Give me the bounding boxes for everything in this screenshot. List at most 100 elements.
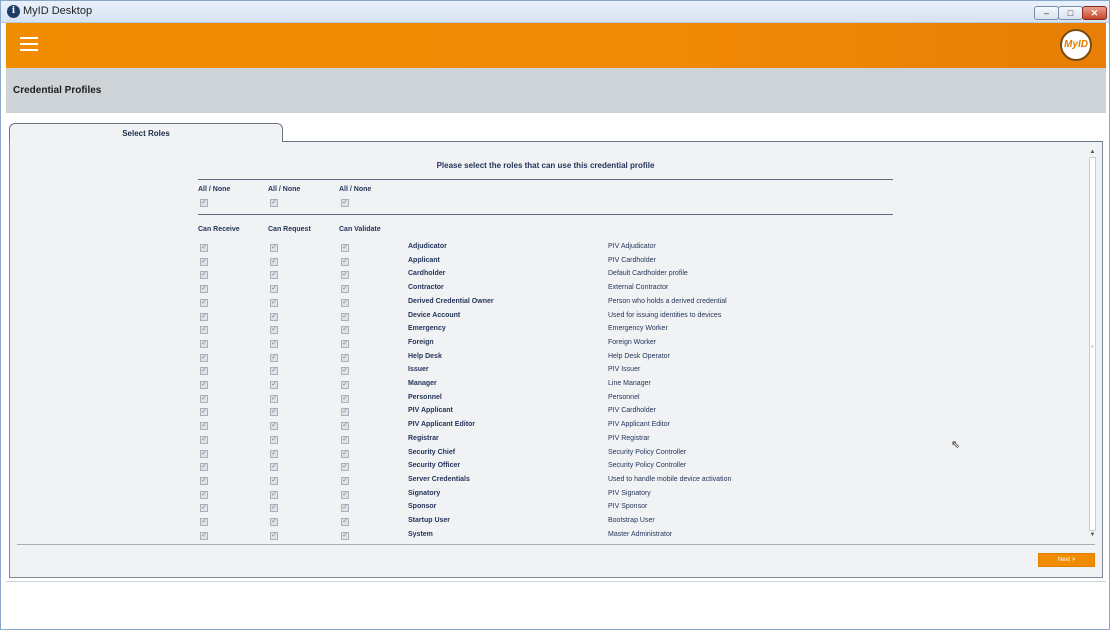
role-description: PIV Issuer [608,366,641,373]
can-receive-checkbox[interactable]: ✓ [200,422,208,430]
can-request-checkbox[interactable]: ✓ [270,504,278,512]
can-validate-checkbox[interactable]: ✓ [341,354,349,362]
can-validate-checkbox[interactable]: ✓ [341,367,349,375]
tab-select-roles[interactable]: Select Roles [9,123,283,142]
role-name: Registrar [408,435,439,442]
can-receive-checkbox[interactable]: ✓ [200,477,208,485]
role-description: Help Desk Operator [608,353,670,360]
can-receive-checkbox[interactable]: ✓ [200,367,208,375]
all-none-validate-checkbox[interactable]: ✓ [341,199,349,207]
can-request-checkbox[interactable]: ✓ [270,258,278,266]
next-button[interactable]: Next > [1038,553,1095,567]
can-receive-checkbox[interactable]: ✓ [200,271,208,279]
can-request-checkbox[interactable]: ✓ [270,367,278,375]
can-receive-checkbox[interactable]: ✓ [200,463,208,471]
all-none-request-checkbox[interactable]: ✓ [270,199,278,207]
can-validate-checkbox[interactable]: ✓ [341,436,349,444]
role-name: Foreign [408,339,434,346]
can-receive-checkbox[interactable]: ✓ [200,285,208,293]
role-name: Security Chief [408,449,456,456]
can-validate-checkbox[interactable]: ✓ [341,244,349,252]
mouse-cursor-icon: ⇖ [951,439,961,451]
can-request-checkbox[interactable]: ✓ [270,326,278,334]
can-request-checkbox[interactable]: ✓ [270,395,278,403]
can-request-checkbox[interactable]: ✓ [270,477,278,485]
role-description: PIV Sponsor [608,503,648,510]
can-receive-checkbox[interactable]: ✓ [200,436,208,444]
can-validate-checkbox[interactable]: ✓ [341,463,349,471]
can-request-checkbox[interactable]: ✓ [270,313,278,321]
minimize-button[interactable]: – [1034,6,1059,20]
role-name: PIV Applicant Editor [408,421,476,428]
can-request-checkbox[interactable]: ✓ [270,340,278,348]
can-validate-checkbox[interactable]: ✓ [341,285,349,293]
can-request-checkbox[interactable]: ✓ [270,436,278,444]
can-request-checkbox[interactable]: ✓ [270,532,278,540]
can-receive-checkbox[interactable]: ✓ [200,299,208,307]
can-validate-checkbox[interactable]: ✓ [341,271,349,279]
can-request-checkbox[interactable]: ✓ [270,518,278,526]
maximize-button[interactable]: □ [1058,6,1083,20]
can-request-checkbox[interactable]: ✓ [270,450,278,458]
can-receive-checkbox[interactable]: ✓ [200,258,208,266]
scroll-down-icon[interactable]: ▼ [1088,531,1097,540]
can-request-checkbox[interactable]: ✓ [270,299,278,307]
role-description: Foreign Worker [608,339,657,346]
can-validate-checkbox[interactable]: ✓ [341,395,349,403]
role-description: External Contractor [608,284,669,291]
can-receive-checkbox[interactable]: ✓ [200,354,208,362]
divider [17,544,1095,545]
can-receive-checkbox[interactable]: ✓ [200,313,208,321]
can-validate-checkbox[interactable]: ✓ [341,504,349,512]
can-validate-checkbox[interactable]: ✓ [341,381,349,389]
can-request-checkbox[interactable]: ✓ [270,271,278,279]
can-validate-checkbox[interactable]: ✓ [341,408,349,416]
can-receive-checkbox[interactable]: ✓ [200,491,208,499]
can-validate-checkbox[interactable]: ✓ [341,491,349,499]
can-validate-checkbox[interactable]: ✓ [341,450,349,458]
can-validate-checkbox[interactable]: ✓ [341,422,349,430]
close-button[interactable]: ✕ [1082,6,1107,20]
scroll-thumb[interactable]: ≡ [1089,157,1096,531]
can-receive-checkbox[interactable]: ✓ [200,395,208,403]
can-validate-checkbox[interactable]: ✓ [341,518,349,526]
can-validate-checkbox[interactable]: ✓ [341,326,349,334]
scroll-up-icon[interactable]: ▲ [1088,148,1097,157]
can-validate-checkbox[interactable]: ✓ [341,313,349,321]
can-validate-checkbox[interactable]: ✓ [341,477,349,485]
role-description: PIV Cardholder [608,257,656,264]
can-request-checkbox[interactable]: ✓ [270,285,278,293]
role-name: Contractor [408,284,444,291]
role-name: System [408,531,433,538]
can-request-checkbox[interactable]: ✓ [270,463,278,471]
can-request-checkbox[interactable]: ✓ [270,408,278,416]
can-receive-checkbox[interactable]: ✓ [200,408,208,416]
divider [6,581,1106,582]
can-receive-checkbox[interactable]: ✓ [200,504,208,512]
can-request-checkbox[interactable]: ✓ [270,354,278,362]
role-name: Personnel [408,394,442,401]
can-request-checkbox[interactable]: ✓ [270,381,278,389]
can-receive-checkbox[interactable]: ✓ [200,381,208,389]
all-none-receive-checkbox[interactable]: ✓ [200,199,208,207]
can-receive-checkbox[interactable]: ✓ [200,326,208,334]
can-receive-checkbox[interactable]: ✓ [200,340,208,348]
can-receive-checkbox[interactable]: ✓ [200,532,208,540]
all-none-receive-label: All / None [198,186,231,193]
can-receive-checkbox[interactable]: ✓ [200,450,208,458]
can-receive-checkbox[interactable]: ✓ [200,244,208,252]
can-validate-checkbox[interactable]: ✓ [341,258,349,266]
can-request-checkbox[interactable]: ✓ [270,244,278,252]
app-window: i MyID Desktop – □ ✕ MyID Credential Pro… [0,0,1110,630]
can-receive-checkbox[interactable]: ✓ [200,518,208,526]
vertical-scrollbar[interactable]: ▲ ≡ ▼ [1088,148,1097,540]
can-request-checkbox[interactable]: ✓ [270,491,278,499]
can-validate-checkbox[interactable]: ✓ [341,532,349,540]
can-request-checkbox[interactable]: ✓ [270,422,278,430]
can-validate-checkbox[interactable]: ✓ [341,340,349,348]
can-validate-checkbox[interactable]: ✓ [341,299,349,307]
title-bar: i MyID Desktop – □ ✕ [1,1,1109,23]
role-name: Help Desk [408,353,442,360]
menu-icon[interactable] [20,37,38,51]
role-name: Manager [408,380,437,387]
